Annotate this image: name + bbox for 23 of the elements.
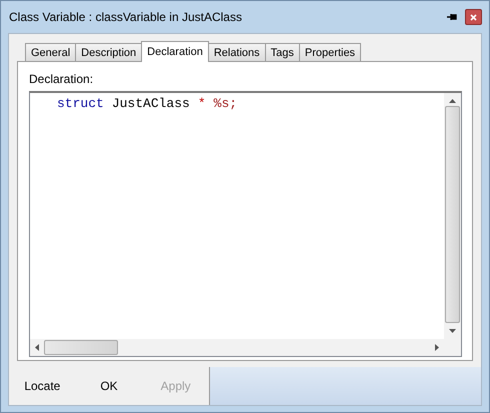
vertical-scrollbar[interactable] xyxy=(444,93,461,339)
scrollbar-thumb[interactable] xyxy=(445,106,460,323)
field-label: Declaration: xyxy=(29,72,94,86)
tab[interactable]: Tags xyxy=(264,43,300,62)
left-arrow-icon[interactable] xyxy=(35,344,39,351)
down-arrow-icon[interactable] xyxy=(449,329,456,333)
close-button[interactable] xyxy=(465,9,482,25)
tab[interactable]: Description xyxy=(75,43,142,62)
up-arrow-icon[interactable] xyxy=(449,99,456,103)
close-icon xyxy=(470,14,477,20)
window-title: Class Variable : classVariable in JustAClass xyxy=(8,10,243,24)
tab[interactable]: Relations xyxy=(208,43,266,62)
right-arrow-icon[interactable] xyxy=(435,344,439,351)
horizontal-scrollbar[interactable] xyxy=(30,339,444,356)
tab[interactable]: General xyxy=(25,43,76,62)
tab[interactable]: Properties xyxy=(298,43,362,62)
code-line: struct JustAClass * %s; xyxy=(56,95,238,113)
code-editor[interactable]: struct JustAClass * %s; xyxy=(29,91,462,357)
tab[interactable]: Declaration xyxy=(141,41,209,62)
dialog-button[interactable]: OK xyxy=(76,378,142,394)
scrollbar-thumb[interactable] xyxy=(44,340,118,355)
pin-icon[interactable] xyxy=(447,13,457,21)
dialog-button[interactable]: Locate xyxy=(9,378,76,394)
